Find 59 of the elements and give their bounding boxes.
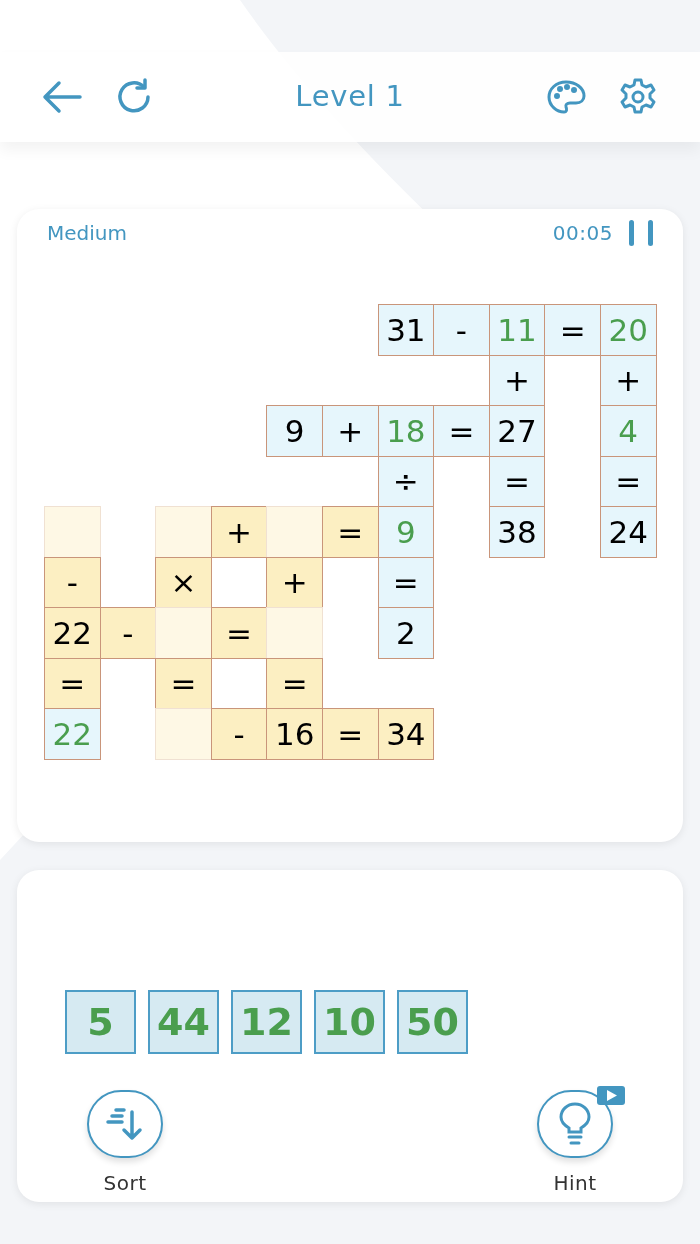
grid-cell: = <box>44 657 101 709</box>
grid-cell: 38 <box>488 506 546 558</box>
grid-cell: 27 <box>488 405 546 457</box>
grid-cell[interactable] <box>155 506 212 558</box>
grid-cell: 22 <box>44 708 101 760</box>
grid-cell: 31 <box>377 304 435 356</box>
grid-cell: = <box>266 657 323 709</box>
video-ad-icon <box>597 1086 625 1105</box>
number-tile[interactable]: 44 <box>148 990 219 1054</box>
number-tile[interactable]: 50 <box>397 990 468 1054</box>
grid-cell: = <box>433 405 490 457</box>
action-label: Sort <box>103 1170 147 1197</box>
grid-cell: 22 <box>44 607 101 659</box>
grid-cell: + <box>266 556 323 608</box>
grid-cell: = <box>377 556 435 608</box>
grid-cell: + <box>488 354 546 406</box>
grid-cell[interactable] <box>266 506 323 558</box>
timer: 00:05 <box>552 220 613 247</box>
number-tile[interactable]: 5 <box>65 990 136 1054</box>
grid-cell[interactable] <box>266 607 323 659</box>
grid-cell: - <box>433 304 490 356</box>
grid-cell: + <box>321 405 379 457</box>
grid-cell: + <box>210 506 268 558</box>
grid-cell: 9 <box>377 506 435 558</box>
lightbulb-icon <box>558 1102 592 1146</box>
grid-cell: × <box>155 556 212 608</box>
grid-cell: 4 <box>599 405 657 457</box>
level-title: Level 1 <box>294 78 406 116</box>
grid-cell: = <box>321 506 379 558</box>
grid-cell: 34 <box>377 708 435 760</box>
grid-cell[interactable] <box>44 506 101 558</box>
grid-cell: = <box>321 708 379 760</box>
grid-cell[interactable] <box>155 607 212 659</box>
number-tile[interactable]: 10 <box>314 990 385 1054</box>
grid-cell: = <box>210 607 268 659</box>
grid-cell: 16 <box>266 708 323 760</box>
grid-cell: 9 <box>266 405 323 457</box>
grid-cell: - <box>99 607 157 659</box>
grid-cell: = <box>155 657 212 709</box>
grid-cell: 20 <box>599 304 657 356</box>
grid-cell: = <box>599 455 657 507</box>
grid-cell: 2 <box>377 607 435 659</box>
number-tile[interactable]: 12 <box>231 990 302 1054</box>
grid-cell: ÷ <box>377 455 435 507</box>
grid-cell: 24 <box>599 506 657 558</box>
grid-cell: 18 <box>377 405 435 457</box>
grid-cell: - <box>210 708 268 760</box>
hint-button[interactable] <box>537 1090 613 1158</box>
grid-cell[interactable] <box>155 708 212 760</box>
pause-icon[interactable] <box>629 220 653 246</box>
sort-button[interactable] <box>87 1090 163 1158</box>
difficulty-label: Medium <box>47 220 127 247</box>
grid-cell: 11 <box>488 304 546 356</box>
grid-cell: = <box>544 304 601 356</box>
grid-cell: - <box>44 556 101 608</box>
grid-cell: + <box>599 354 657 406</box>
action-label: Hint <box>553 1170 597 1197</box>
grid-cell: = <box>488 455 546 507</box>
sort-icon <box>106 1107 144 1141</box>
